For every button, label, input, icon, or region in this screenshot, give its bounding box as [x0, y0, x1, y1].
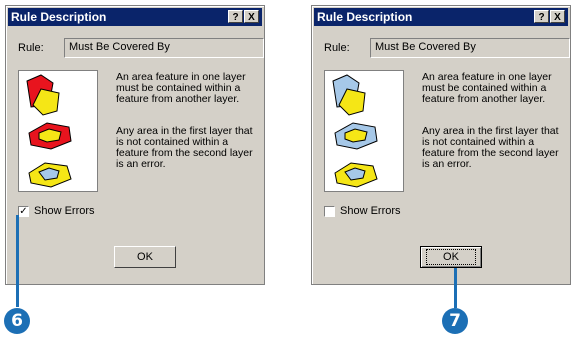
callout-7: 7: [442, 308, 468, 334]
close-button[interactable]: X: [244, 10, 259, 23]
callout-line-6: [16, 215, 19, 307]
show-errors-label[interactable]: Show Errors: [340, 205, 401, 217]
ok-button[interactable]: OK: [420, 246, 482, 268]
rule-description-dialog-left: Rule Description ? X Rule: Must Be Cover…: [5, 5, 265, 285]
dialog-title: Rule Description: [317, 10, 413, 24]
show-errors-checkbox[interactable]: ✓: [18, 206, 29, 217]
callout-6: 6: [4, 308, 30, 334]
ok-button[interactable]: OK: [114, 246, 176, 268]
callout-line-7: [454, 268, 457, 308]
description-text-2: Any area in the first layer that is not …: [422, 125, 559, 170]
rule-label: Rule:: [18, 42, 44, 54]
help-button[interactable]: ?: [228, 10, 243, 23]
rule-value-field: Must Be Covered By: [370, 38, 570, 58]
rule-value-field: Must Be Covered By: [64, 38, 264, 58]
title-bar: Rule Description ? X: [8, 8, 262, 26]
title-bar: Rule Description ? X: [314, 8, 568, 26]
rule-label: Rule:: [324, 42, 350, 54]
ok-label: OK: [426, 249, 476, 265]
rule-description-dialog-right: Rule Description ? X Rule: Must Be Cover…: [311, 5, 571, 285]
description-text-2: Any area in the first layer that is not …: [116, 125, 253, 170]
rule-illustration: [18, 70, 98, 192]
description-text-1: An area feature in one layer must be con…: [116, 71, 246, 105]
ok-label: OK: [137, 251, 153, 263]
help-button[interactable]: ?: [534, 10, 549, 23]
dialog-title: Rule Description: [11, 10, 107, 24]
close-button[interactable]: X: [550, 10, 565, 23]
rule-illustration: [324, 70, 404, 192]
show-errors-label[interactable]: Show Errors: [34, 205, 95, 217]
description-text-1: An area feature in one layer must be con…: [422, 71, 552, 105]
show-errors-checkbox[interactable]: [324, 206, 335, 217]
